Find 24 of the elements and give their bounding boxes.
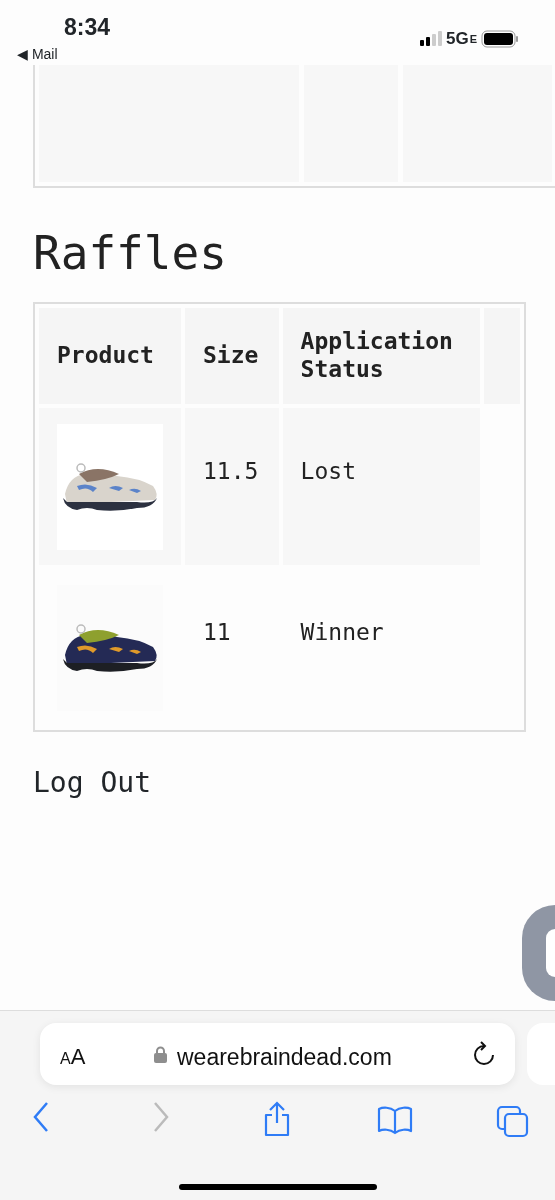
size-cell: 11.5 bbox=[203, 458, 259, 484]
section-heading: Raffles bbox=[33, 230, 228, 282]
reload-icon[interactable] bbox=[472, 1041, 496, 1067]
size-cell: 11 bbox=[203, 619, 231, 645]
column-header: Size bbox=[185, 308, 279, 404]
signal-icon bbox=[419, 30, 442, 47]
share-icon[interactable] bbox=[263, 1101, 291, 1137]
lock-icon bbox=[154, 1046, 167, 1063]
text-size-button[interactable]: AA bbox=[60, 1040, 86, 1073]
bookmarks-icon[interactable] bbox=[377, 1105, 413, 1135]
status-cell: Winner bbox=[300, 619, 384, 645]
column-header: Application Status bbox=[282, 308, 480, 404]
clock-time: 8:34 bbox=[64, 13, 111, 42]
back-to-mail-link[interactable]: ◀ Mail bbox=[17, 44, 58, 65]
url-text: wearebraindead.com bbox=[177, 1043, 392, 1072]
tabs-icon[interactable] bbox=[496, 1105, 530, 1139]
status-cell: Lost bbox=[300, 458, 356, 484]
network-suffix-label: E bbox=[469, 31, 477, 47]
battery-icon bbox=[481, 29, 519, 48]
network-type: 5G bbox=[445, 28, 469, 50]
column-header: Product bbox=[39, 308, 181, 404]
log-out-link[interactable]: Log Out bbox=[33, 762, 151, 804]
back-icon[interactable] bbox=[32, 1101, 50, 1133]
address-bar[interactable]: AA wearebraindead.com bbox=[40, 1023, 515, 1085]
